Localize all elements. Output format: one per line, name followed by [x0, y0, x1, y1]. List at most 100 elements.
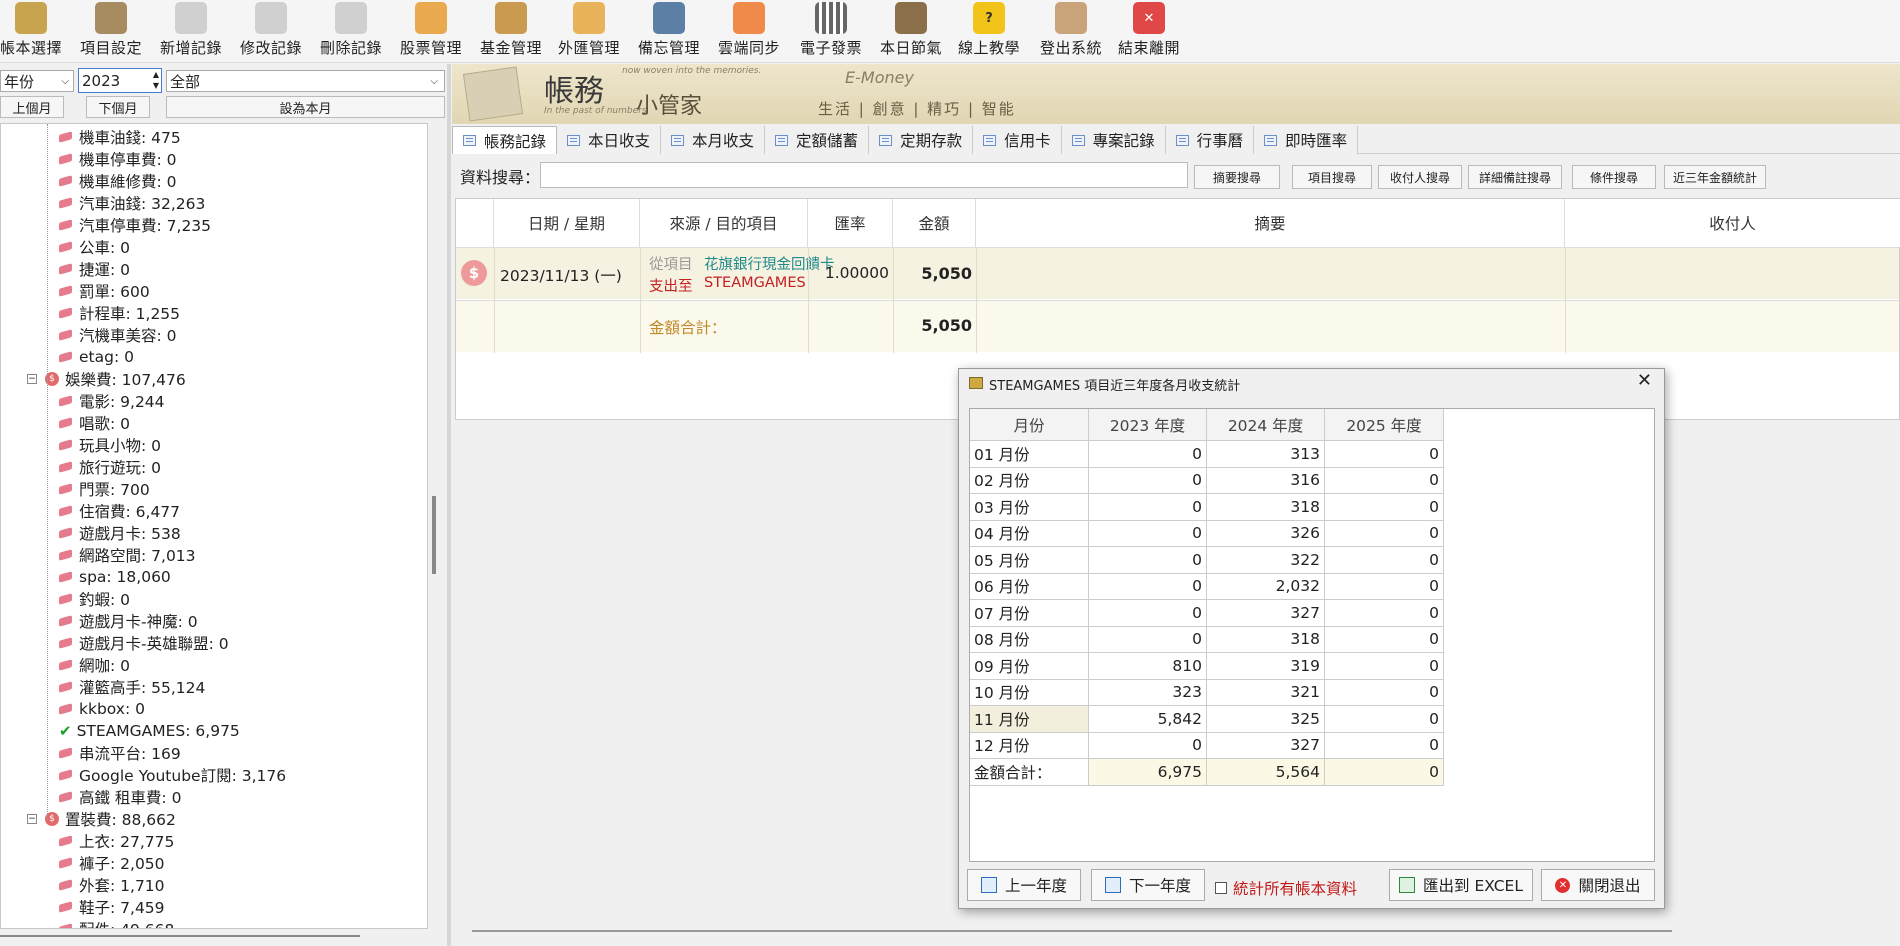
tree-item[interactable]: 灌籃高手: 55,124	[59, 676, 205, 698]
tree-item[interactable]: 唱歌: 0	[59, 412, 130, 434]
grid-header-0[interactable]	[456, 199, 494, 247]
prev-year-button[interactable]: 上一年度	[967, 869, 1081, 901]
toolbar-fund-button[interactable]: 基金管理	[480, 2, 542, 58]
next-year-button[interactable]: 下一年度	[1091, 869, 1205, 901]
tree-horizontal-scrollbar[interactable]	[0, 935, 360, 937]
tree-item[interactable]: 鞋子: 7,459	[59, 896, 165, 918]
tab-1[interactable]: 本日收支	[557, 126, 662, 154]
grid-header-2[interactable]: 來源 / 目的項目	[640, 199, 808, 247]
tree-item[interactable]: Google Youtube訂閱: 3,176	[59, 764, 286, 786]
tree-item[interactable]: 機車維修費: 0	[59, 170, 177, 192]
grid-header-1[interactable]: 日期 / 星期	[494, 199, 640, 247]
close-dialog-button[interactable]: ✕ 關閉退出	[1541, 869, 1655, 901]
tree-item[interactable]: 遊戲月卡-神魔: 0	[59, 610, 198, 632]
search-button-3[interactable]: 詳細備註搜尋	[1468, 165, 1562, 189]
grid-record-row[interactable]: $2023/11/13 (一) 從項目 花旗銀行現金回饋卡 支出至 STEAMGAMES…	[456, 247, 1899, 299]
tree-item[interactable]: 網路空間: 7,013	[59, 544, 196, 566]
tab-7[interactable]: 行事曆	[1165, 126, 1255, 154]
tree-item[interactable]: 上衣: 27,775	[59, 830, 174, 852]
tree-item[interactable]: 門票: 700	[59, 478, 150, 500]
toolbar-forex-button[interactable]: 外匯管理	[558, 2, 620, 58]
tree-item[interactable]: 公車: 0	[59, 236, 130, 258]
toolbar-help-button[interactable]: ? 線上教學	[958, 2, 1020, 58]
tree-item[interactable]: 旅行遊玩: 0	[59, 456, 161, 478]
tree-item[interactable]: 汽機車美容: 0	[59, 324, 177, 346]
tree-item[interactable]: 外套: 1,710	[59, 874, 165, 896]
search-button-0[interactable]: 摘要搜尋	[1194, 165, 1280, 189]
grid-header-6[interactable]: 收付人	[1565, 199, 1900, 247]
tree-item[interactable]: 玩具小物: 0	[59, 434, 161, 456]
grid-header-5[interactable]: 摘要	[976, 199, 1565, 247]
tree-vertical-scrollbar[interactable]	[432, 496, 436, 574]
tree-item[interactable]: 串流平台: 169	[59, 742, 181, 764]
tree-item[interactable]: 汽車油錢: 32,263	[59, 192, 205, 214]
all-books-checkbox[interactable]: 統計所有帳本資料	[1215, 877, 1357, 899]
this-month-button[interactable]: 設為本月	[166, 96, 445, 118]
tree-item[interactable]: kkbox: 0	[59, 698, 145, 720]
tree-group-node[interactable]: − $ 置裝費: 88,662	[27, 808, 176, 830]
toolbar-qr-code-button[interactable]: 電子發票	[800, 2, 862, 58]
grid-horizontal-scrollbar[interactable]	[472, 930, 1672, 932]
tree-item[interactable]: 褲子: 2,050	[59, 852, 165, 874]
panel-splitter[interactable]	[447, 64, 451, 946]
export-excel-button[interactable]: 匯出到 EXCEL	[1389, 869, 1533, 901]
tab-8[interactable]: 即時匯率	[1254, 126, 1359, 154]
collapse-toggle-icon[interactable]: −	[27, 814, 37, 824]
category-tree[interactable]: 機車油錢: 475 機車停車費: 0 機車維修費: 0 汽車油錢: 32,263 汽車停…	[0, 123, 428, 929]
toolbar-gear-book-button[interactable]: 項目設定	[80, 2, 142, 58]
grid-header-3[interactable]: 匯率	[808, 199, 893, 247]
tab-4[interactable]: 定期存款	[869, 126, 974, 154]
tree-item[interactable]: 計程車: 1,255	[59, 302, 180, 324]
search-label: 資料搜尋：	[460, 168, 541, 187]
search-button-2[interactable]: 收付人搜尋	[1378, 165, 1462, 189]
toolbar-stock-button[interactable]: 股票管理	[400, 2, 462, 58]
tree-item[interactable]: ✔ STEAMGAMES: 6,975	[59, 720, 240, 742]
tree-item[interactable]: 電影: 9,244	[59, 390, 165, 412]
search-button-1[interactable]: 項目搜尋	[1292, 165, 1372, 189]
search-button-4[interactable]: 條件搜尋	[1572, 165, 1656, 189]
year-spinner[interactable]: 2023 ▲ ▼	[78, 68, 162, 93]
prev-month-button[interactable]: 上個月	[0, 96, 64, 118]
tab-2[interactable]: 本月收支	[661, 126, 766, 154]
tree-item[interactable]: 罰單: 600	[59, 280, 150, 302]
tree-item[interactable]: 網咖: 0	[59, 654, 130, 676]
scope-select[interactable]: 全部 ⌵	[166, 70, 445, 92]
tree-item[interactable]: 高鐵 租車費: 0	[59, 786, 181, 808]
tab-6[interactable]: 專案記錄	[1061, 126, 1166, 154]
tree-item[interactable]: 機車油錢: 475	[59, 126, 181, 148]
spin-arrows-icon[interactable]: ▲ ▼	[153, 69, 159, 91]
toolbar-book-button[interactable]: 帳本選擇	[0, 2, 62, 58]
toolbar-solar-term-button[interactable]: 本日節氣	[880, 2, 942, 58]
tab-3[interactable]: 定額儲蓄	[765, 126, 870, 154]
tab-5[interactable]: 信用卡	[973, 126, 1062, 154]
toolbar-add-doc-button[interactable]: 新增記錄	[160, 2, 222, 58]
toolbar-close-button[interactable]: ✕ 結束離開	[1118, 2, 1180, 58]
period-select[interactable]: 年份 ⌵	[0, 70, 74, 92]
grid-header-4[interactable]: 金額	[893, 199, 976, 247]
tab-0[interactable]: 帳務記錄	[452, 126, 558, 154]
next-month-button[interactable]: 下個月	[86, 96, 150, 118]
toolbar-cloud-sync-button[interactable]: 雲端同步	[718, 2, 780, 58]
tree-item[interactable]: spa: 18,060	[59, 566, 171, 588]
toolbar-edit-doc-button[interactable]: 修改記錄	[240, 2, 302, 58]
tree-item[interactable]: 捷運: 0	[59, 258, 130, 280]
tree-item[interactable]: 遊戲月卡: 538	[59, 522, 181, 544]
dialog-close-icon[interactable]: ✕	[1637, 370, 1652, 391]
toolbar-memo-button[interactable]: 備忘管理	[638, 2, 700, 58]
tree-item[interactable]: 釣蝦: 0	[59, 588, 130, 610]
tree-item[interactable]: etag: 0	[59, 346, 134, 368]
toolbar-logout-button[interactable]: 登出系統	[1040, 2, 1102, 58]
toolbar-label: 外匯管理	[558, 39, 621, 57]
search-input[interactable]	[540, 162, 1188, 188]
tree-item[interactable]: 住宿費: 6,477	[59, 500, 180, 522]
tree-item[interactable]: 遊戲月卡-英雄聯盟: 0	[59, 632, 229, 654]
tree-item[interactable]: 配件: 49,668	[59, 918, 174, 928]
search-button-5[interactable]: 近三年金額統計	[1664, 165, 1766, 189]
tree-item[interactable]: 機車停車費: 0	[59, 148, 177, 170]
checkbox-box[interactable]	[1215, 882, 1227, 894]
tree-group-node[interactable]: − $ 娛樂費: 107,476	[27, 368, 186, 390]
tree-item[interactable]: 汽車停車費: 7,235	[59, 214, 211, 236]
toolbar-delete-doc-button[interactable]: 刪除記錄	[320, 2, 382, 58]
chevron-down-icon: ⌵	[61, 75, 69, 87]
collapse-toggle-icon[interactable]: −	[27, 374, 37, 384]
